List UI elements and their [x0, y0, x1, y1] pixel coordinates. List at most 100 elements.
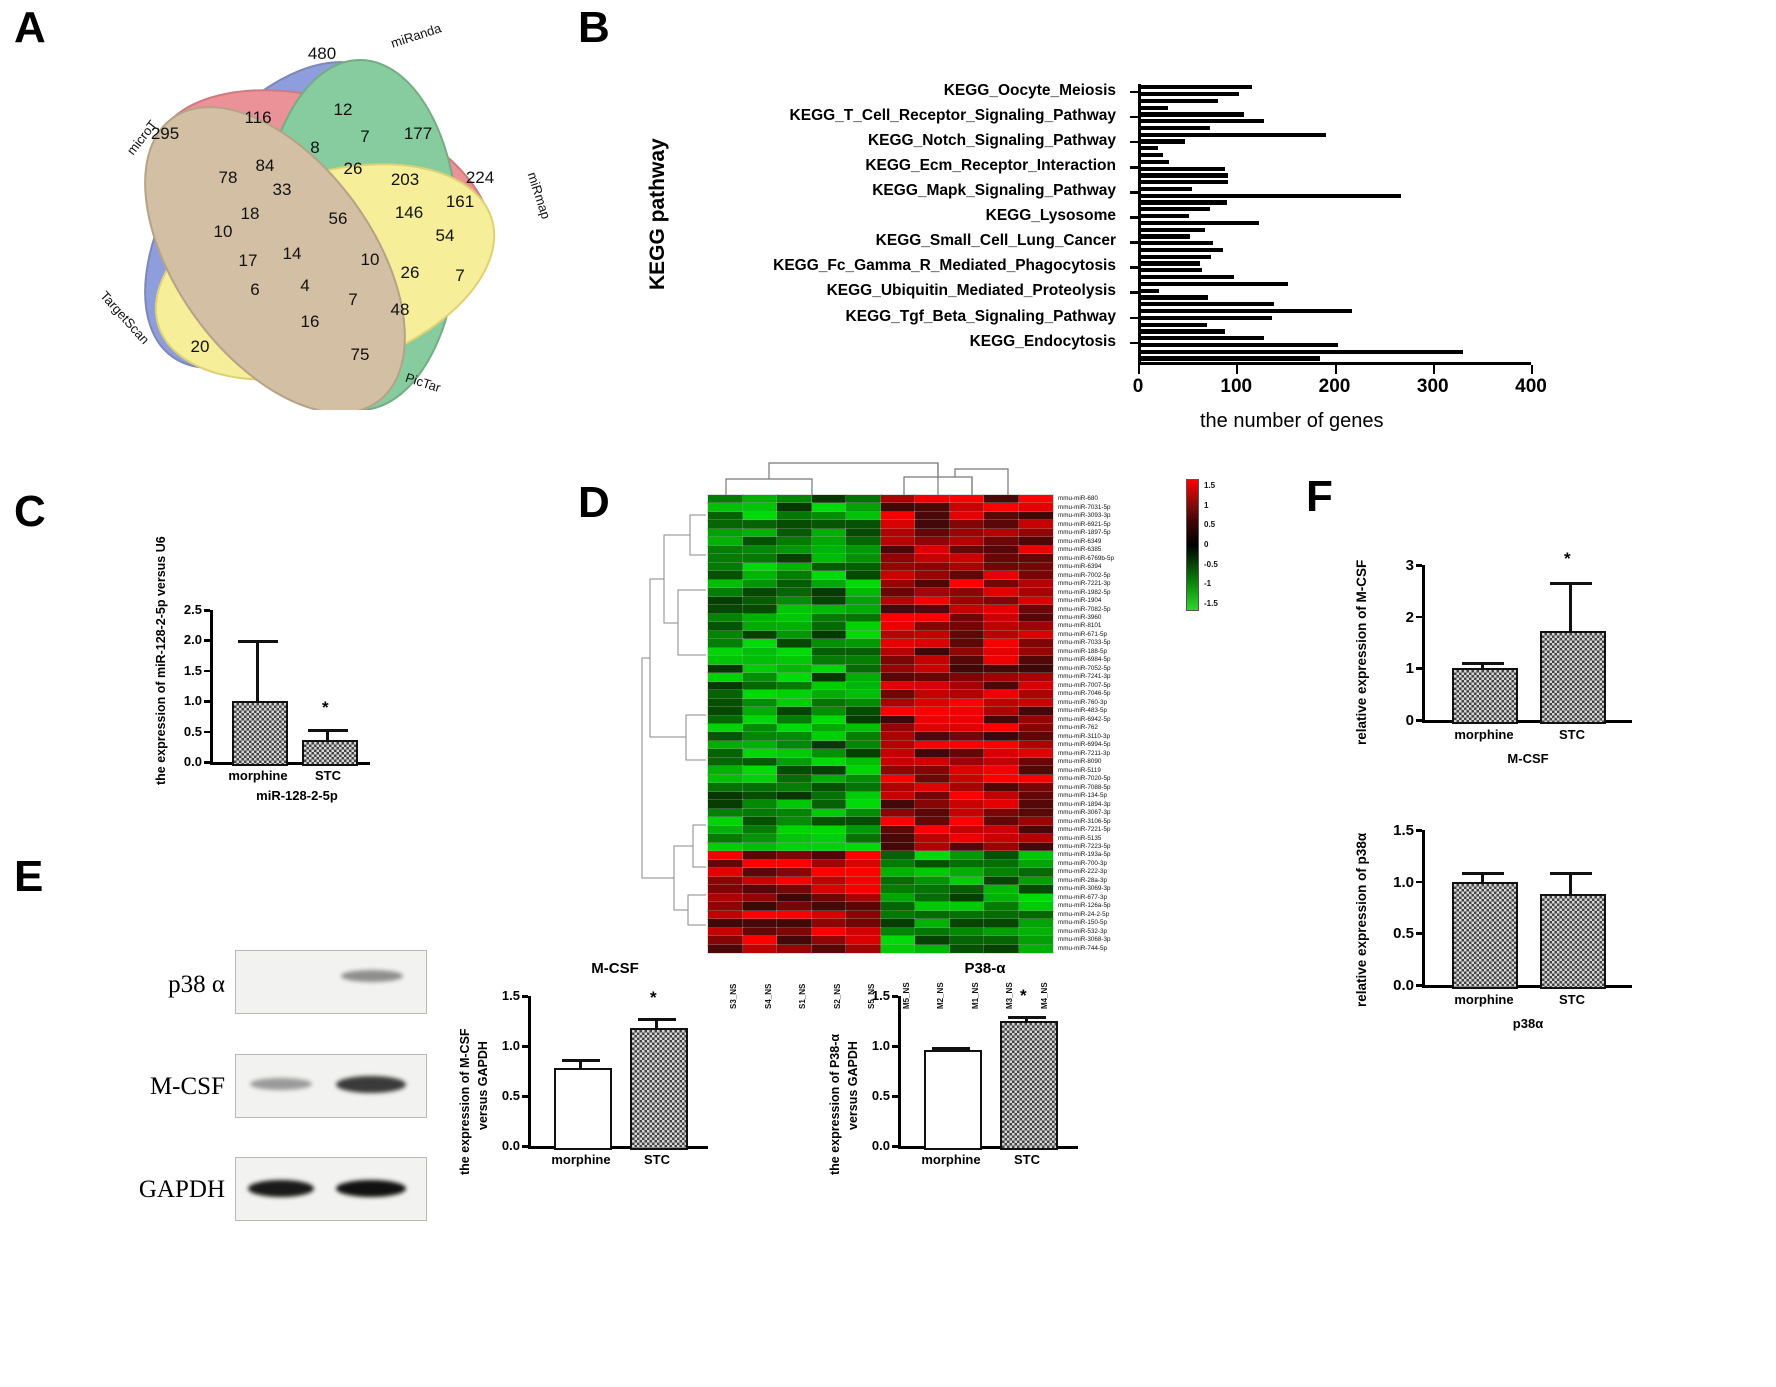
panel-f-mcsf-err-stc — [1569, 582, 1572, 632]
heatmap-cell — [1017, 519, 1054, 530]
panel-e-label: E — [14, 852, 44, 901]
heatmap-cell — [1017, 807, 1054, 819]
heatmap-cell — [845, 570, 882, 581]
heatmap-row-label: mmu-miR-8101 — [1058, 622, 1102, 630]
heatmap-cell — [707, 782, 744, 793]
heatmap-cell — [845, 722, 882, 734]
heatmap-row-label: mmu-miR-6921-5p — [1058, 520, 1111, 528]
panel-e-mcsf-title: M-CSF — [591, 960, 639, 977]
heatmap-cell — [845, 612, 882, 624]
kegg-bar — [1141, 234, 1191, 239]
heatmap-cell — [948, 748, 985, 759]
heatmap-row-label: mmu-miR-7221-3p — [1058, 580, 1111, 588]
heatmap-cell — [845, 638, 882, 649]
heatmap-cell — [845, 629, 882, 641]
heatmap-cell — [810, 612, 847, 624]
colorbar-tick-label: 1.5 — [1204, 481, 1216, 490]
heatmap-cell — [914, 502, 951, 514]
heatmap-cell — [707, 748, 744, 759]
heatmap-cell — [983, 587, 1020, 598]
heatmap-cell — [914, 816, 951, 827]
panel-f-p38-bar-morphine — [1452, 882, 1518, 989]
heatmap-cell — [879, 731, 916, 743]
heatmap-cell — [1017, 731, 1054, 743]
heatmap-cell — [983, 595, 1020, 607]
heatmap-cell — [810, 527, 847, 539]
heatmap-cell — [948, 807, 985, 819]
heatmap-cell — [1017, 689, 1054, 700]
heatmap-cell — [776, 493, 813, 505]
heatmap-cell — [983, 680, 1020, 692]
y-tick-label: 1.5 — [871, 988, 890, 1003]
colorbar-tick-label: -1 — [1204, 579, 1212, 589]
panel-e-mcsf-errcap-morphine — [562, 1059, 600, 1062]
heatmap-cell — [914, 672, 951, 683]
blot-label-gapdh: GAPDH — [138, 1176, 225, 1203]
heatmap-cell — [707, 790, 744, 802]
heatmap-cell — [776, 773, 813, 785]
heatmap-cell — [948, 714, 985, 726]
venn-count: 17 — [238, 251, 258, 270]
kegg-category-label: KEGG_Ecm_Receptor_Interaction — [865, 157, 1116, 175]
heatmap-row-label: mmu-miR-483-5p — [1058, 707, 1107, 715]
panel-e: E p38 α M-CSF GAPDH M-CSF the expression… — [0, 835, 1300, 1387]
y-tick-label: 0.0 — [871, 1138, 890, 1153]
heatmap-cell — [845, 604, 882, 615]
heatmap-cell — [914, 799, 951, 810]
heatmap-cell — [810, 493, 847, 505]
heatmap-cell — [845, 697, 882, 709]
heatmap-cell — [810, 773, 847, 785]
heatmap-cell — [776, 638, 813, 649]
kegg-bar — [1141, 241, 1213, 246]
heatmap-cell — [810, 799, 847, 810]
heatmap-cell — [948, 646, 985, 658]
heatmap-cell — [845, 672, 882, 683]
heatmap-cell — [879, 612, 916, 624]
heatmap-row-label: mmu-miR-188-5p — [1058, 647, 1107, 655]
heatmap-cell — [776, 790, 813, 802]
kegg-x-tick — [1138, 365, 1140, 374]
heatmap-cell — [948, 799, 985, 810]
heatmap-cell — [776, 553, 813, 564]
heatmap-cell — [810, 824, 847, 836]
heatmap-cell — [983, 773, 1020, 785]
kegg-bar — [1141, 153, 1163, 158]
heatmap-cell — [914, 493, 951, 505]
venn-svg — [144, 59, 496, 414]
heatmap-cell — [776, 502, 813, 514]
heatmap-cell — [845, 816, 882, 827]
heatmap-row-label: mmu-miR-6994-5p — [1058, 741, 1111, 749]
venn-count: 18 — [240, 204, 260, 223]
heatmap-cell — [707, 638, 744, 649]
heatmap-cell — [983, 544, 1020, 556]
heatmap-cell — [948, 739, 985, 751]
heatmap-cell — [741, 714, 778, 726]
kegg-bar — [1141, 132, 1326, 137]
kegg-bar-chart: KEGG pathway KEGG_Oocyte_Meiosis KEGG_T_C… — [560, 0, 1640, 432]
heatmap-cell — [741, 570, 778, 581]
heatmap-cell — [810, 553, 847, 564]
panel-e-mcsf-y-title2: versus GAPDH — [476, 1041, 490, 1130]
heatmap-cell — [948, 587, 985, 598]
heatmap-cell — [741, 765, 778, 776]
heatmap-cell — [707, 493, 744, 505]
panel-f-p38-cat-stc: STC — [1559, 992, 1585, 1007]
heatmap-cell — [948, 553, 985, 564]
kegg-bar — [1141, 288, 1159, 293]
panel-e-mcsf-y-axis — [528, 996, 531, 1146]
heatmap-cell — [741, 773, 778, 785]
heatmap-cell — [983, 655, 1020, 666]
heatmap-row-label: mmu-miR-7007-5p — [1058, 681, 1111, 689]
heatmap-cell — [948, 629, 985, 641]
heatmap-cell — [707, 536, 744, 547]
heatmap-cell — [879, 714, 916, 726]
heatmap-cell — [879, 578, 916, 590]
heatmap-row-label: mmu-miR-7046-5p — [1058, 690, 1111, 698]
heatmap-cell — [948, 773, 985, 785]
panel-e-p38-star: * — [1020, 986, 1027, 1005]
heatmap-cell — [879, 824, 916, 836]
heatmap-cell — [741, 502, 778, 514]
heatmap-row-label: mmu-miR-3106-5p — [1058, 817, 1111, 825]
heatmap-cell — [707, 595, 744, 607]
heatmap-cell — [845, 739, 882, 751]
